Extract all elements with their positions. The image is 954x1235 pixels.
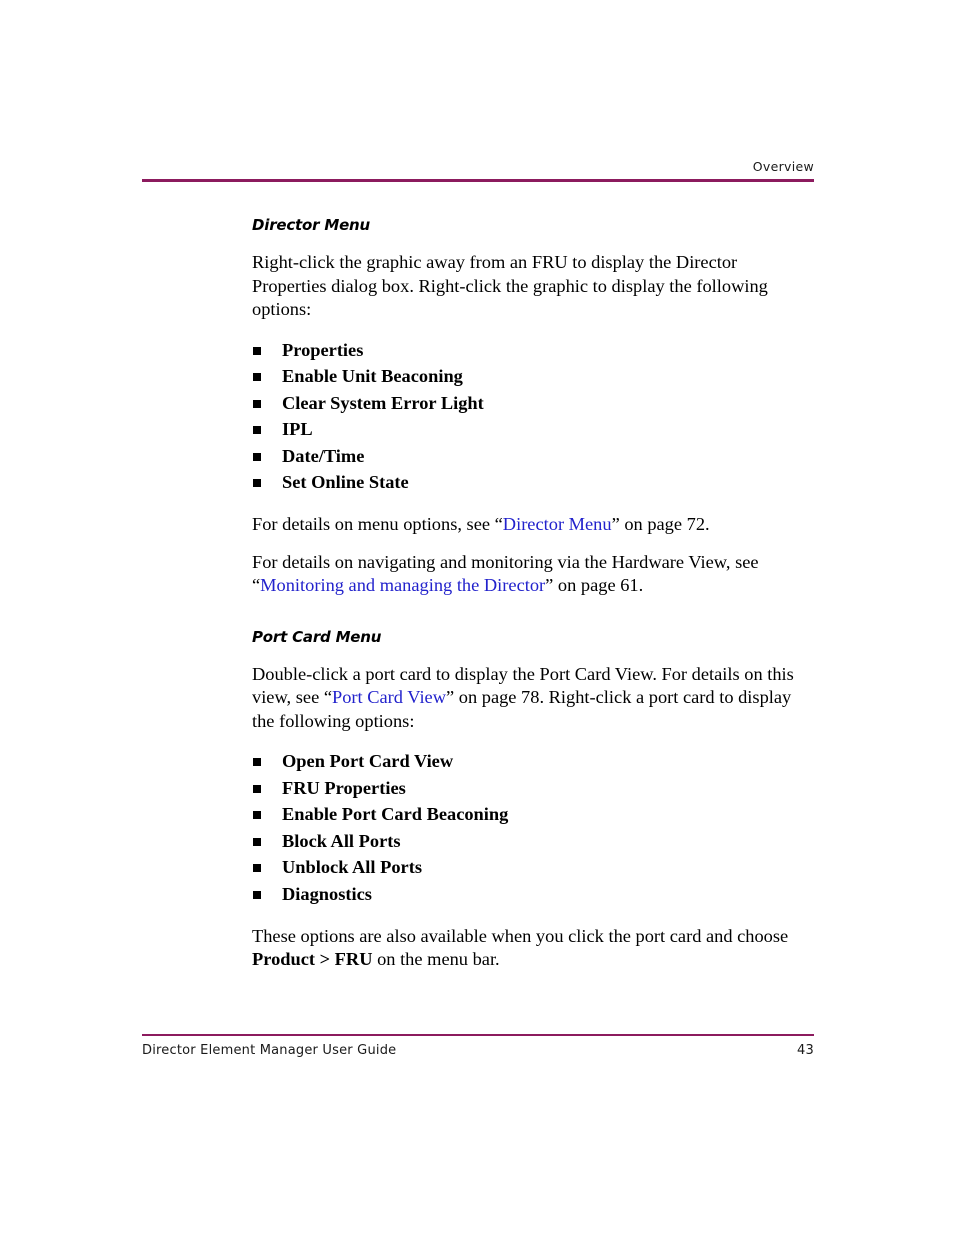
list-item: FRU Properties [252, 778, 814, 798]
xref-trail-text: ” on page 61. [545, 575, 644, 596]
list-item: Clear System Error Light [252, 393, 814, 413]
list-item-label: Unblock All Ports [282, 857, 422, 878]
list-item-label: Enable Unit Beaconing [282, 366, 463, 387]
list-item: Diagnostics [252, 884, 814, 904]
square-bullet-icon [253, 784, 261, 793]
square-bullet-icon [253, 891, 261, 900]
list-item: IPL [252, 419, 814, 439]
square-bullet-icon [253, 399, 261, 408]
list-item: Block All Ports [252, 831, 814, 851]
port-card-menu-closing-paragraph: These options are also available when yo… [252, 925, 814, 972]
running-head: Overview [752, 159, 814, 174]
section-heading-director-menu: Director Menu [252, 216, 371, 234]
xref-trail-text: ” on page 72. [611, 514, 710, 535]
list-item-label: Properties [282, 339, 364, 360]
list-item: Properties [252, 340, 814, 360]
closing-trail-text: on the menu bar. [372, 949, 500, 970]
footer-row: Director Element Manager User Guide 43 [142, 1043, 814, 1058]
list-item-label: Date/Time [282, 445, 365, 466]
port-card-menu-option-list: Open Port Card View FRU Properties Enabl… [252, 751, 814, 904]
page-footer: Director Element Manager User Guide 43 [142, 1034, 814, 1058]
footer-document-title: Director Element Manager User Guide [142, 1043, 397, 1058]
square-bullet-icon [253, 479, 261, 488]
page-header: Overview [142, 160, 814, 182]
document-page: Overview Director Menu Right-click the g… [0, 0, 954, 1235]
header-rule [142, 178, 814, 182]
square-bullet-icon [253, 758, 261, 767]
list-item-label: FRU Properties [282, 777, 406, 798]
page-body: Director Menu Right-click the graphic aw… [252, 216, 814, 972]
square-bullet-icon [253, 426, 261, 435]
list-item: Enable Port Card Beaconing [252, 804, 814, 824]
xref-link-director-menu[interactable]: Director Menu [503, 514, 612, 534]
list-item-label: Open Port Card View [282, 751, 454, 772]
xref-link-port-card-view[interactable]: Port Card View [332, 687, 446, 707]
closing-lead-text: These options are also available when yo… [252, 925, 789, 946]
list-item: Open Port Card View [252, 751, 814, 771]
square-bullet-icon [253, 864, 261, 873]
square-bullet-icon [253, 811, 261, 820]
footer-rule [142, 1034, 814, 1036]
square-bullet-icon [253, 837, 261, 846]
list-item-label: Clear System Error Light [282, 392, 484, 413]
port-card-menu-intro-paragraph: Double-click a port card to display the … [252, 663, 814, 734]
list-item-label: Diagnostics [282, 884, 372, 905]
list-item-label: Block All Ports [282, 830, 401, 851]
square-bullet-icon [253, 346, 261, 355]
director-menu-xref-paragraph-2: For details on navigating and monitoring… [252, 551, 814, 598]
list-item-label: IPL [282, 419, 313, 440]
xref-link-monitoring-managing-director[interactable]: Monitoring and managing the Director [260, 575, 545, 595]
square-bullet-icon [253, 373, 261, 382]
director-menu-option-list: Properties Enable Unit Beaconing Clear S… [252, 340, 814, 492]
director-menu-xref-paragraph-1: For details on menu options, see “Direct… [252, 513, 814, 537]
list-item: Enable Unit Beaconing [252, 366, 814, 386]
menu-path-emphasis: Product > FRU [252, 949, 373, 970]
director-menu-intro-paragraph: Right-click the graphic away from an FRU… [252, 252, 768, 319]
xref-lead-text: For details on menu options, see “ [252, 514, 503, 535]
footer-page-number: 43 [797, 1043, 814, 1058]
list-item-label: Set Online State [282, 472, 409, 493]
section-heading-port-card-menu: Port Card Menu [252, 627, 382, 646]
list-item: Set Online State [252, 472, 814, 492]
list-item-label: Enable Port Card Beaconing [282, 804, 509, 825]
list-item: Date/Time [252, 446, 814, 466]
square-bullet-icon [253, 452, 261, 461]
list-item: Unblock All Ports [252, 857, 814, 877]
